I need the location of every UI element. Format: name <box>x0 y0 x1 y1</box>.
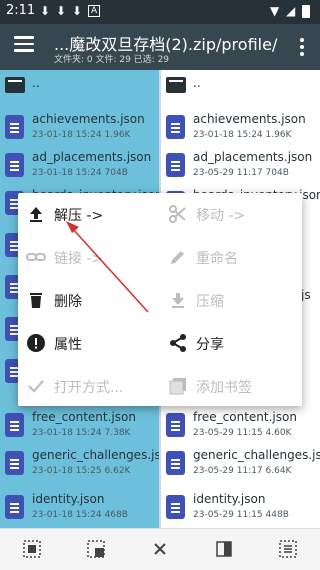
file-row[interactable]: identity.json 23-01-18 15:24 468B <box>0 488 159 528</box>
file-icon <box>5 115 24 139</box>
pencil-icon <box>171 251 184 264</box>
file-meta: 23-01-18 15:24 7.38K <box>32 428 131 438</box>
share-label: 分享 <box>196 337 224 353</box>
file-meta: 23-01-18 15:24 1.96K <box>32 130 131 140</box>
battery-icon <box>302 5 310 18</box>
file-row[interactable]: achievements.json 23-01-18 15:24 1.96K <box>161 108 320 150</box>
properties-label: 属性 <box>54 337 82 353</box>
share-icon <box>170 334 186 352</box>
file-meta: 23-01-18 15:24 1.96K <box>193 130 292 140</box>
hamburger-menu-icon[interactable] <box>14 36 34 52</box>
context-menu: 解压 -> 移动 -> 链接 -> 重命名 删除 压缩 属性 分享 打开方式..… <box>18 193 302 406</box>
extract-upload-icon <box>30 207 42 222</box>
status-time: 2:11 <box>6 3 36 18</box>
file-row[interactable]: ad_placements.json 23-01-18 15:24 704B <box>0 146 159 188</box>
folder-icon <box>166 77 186 93</box>
file-name: identity.json <box>193 492 266 506</box>
parent-label: .. <box>32 76 40 90</box>
file-row[interactable]: free_content.json 23-05-29 11:15 4.60K <box>161 406 320 448</box>
move-menu-item: 移动 -> <box>160 193 302 235</box>
bookmark-add-icon <box>169 378 186 395</box>
file-icon <box>5 153 24 177</box>
compress-menu-item: 压缩 <box>160 279 302 321</box>
notification-a-icon: A <box>88 5 101 17</box>
compress-label: 压缩 <box>196 294 224 310</box>
file-row[interactable]: free_content.json 23-01-18 15:24 7.38K <box>0 406 159 448</box>
folder-icon <box>5 77 25 93</box>
file-icon <box>166 413 185 437</box>
file-row[interactable]: ad_placements.json 23-05-29 11:17 704B <box>161 146 320 188</box>
file-icon <box>166 153 185 177</box>
rename-label: 重命名 <box>196 251 238 267</box>
file-name: generic_challenges.json <box>32 448 159 462</box>
download-icon: ⬇ <box>40 4 51 18</box>
parent-folder-row[interactable]: .. <box>161 70 320 112</box>
link-label: 链接 -> <box>54 251 104 267</box>
app-bar: ...魔改双旦存档(2).zip/profile/ 文件夹: 0 文件: 29 … <box>0 24 320 70</box>
download-icon: ⬇ <box>72 4 83 18</box>
file-meta: 23-05-29 11:17 704B <box>193 168 289 178</box>
file-row[interactable]: generic_challenges.json 23-01-18 15:25 6… <box>0 444 159 486</box>
properties-menu-item[interactable]: 属性 <box>18 322 160 364</box>
more-options-icon[interactable] <box>300 38 304 59</box>
delete-label: 删除 <box>54 294 82 310</box>
file-name: achievements.json <box>193 112 306 126</box>
close-icon[interactable] <box>150 539 170 559</box>
link-icon <box>26 253 46 261</box>
download-icon: ⬇ <box>56 4 67 18</box>
move-label: 移动 -> <box>196 208 246 224</box>
parent-folder-row[interactable]: .. <box>0 70 159 112</box>
extract-menu-item[interactable]: 解压 -> <box>18 193 160 235</box>
checkmark-icon <box>28 380 44 393</box>
file-icon <box>5 413 24 437</box>
file-name: ad_placements.json <box>193 150 313 164</box>
status-bar: 2:11 ⬇ ⬇ ⬇ A ▼ ◢ <box>0 0 320 24</box>
file-icon <box>166 495 185 519</box>
parent-label: .. <box>193 76 201 90</box>
file-icon <box>5 451 24 475</box>
file-meta: 23-05-29 11:15 4.60K <box>193 428 292 438</box>
file-name: free_content.json <box>193 410 297 424</box>
file-row[interactable]: identity.json 23-05-29 11:15 448B <box>161 488 320 528</box>
wifi-icon: ▼ <box>270 4 280 18</box>
info-icon <box>27 334 45 352</box>
file-meta: 23-01-18 15:25 6.62K <box>32 466 131 476</box>
signal-icon: ◢ <box>286 4 296 18</box>
select-range-icon[interactable] <box>86 539 106 559</box>
file-meta: 23-01-18 15:24 468B <box>32 510 128 520</box>
share-menu-item[interactable]: 分享 <box>160 322 302 364</box>
file-row[interactable]: achievements.json 23-01-18 15:24 1.96K <box>0 108 159 150</box>
invert-selection-icon[interactable] <box>214 539 234 559</box>
file-icon <box>166 451 185 475</box>
file-name: free_content.json <box>32 410 136 424</box>
file-icon <box>5 495 24 519</box>
rename-menu-item: 重命名 <box>160 236 302 278</box>
file-name: achievements.json <box>32 112 145 126</box>
download-compress-icon <box>172 293 184 308</box>
link-menu-item: 链接 -> <box>18 236 160 278</box>
select-list-icon[interactable] <box>278 539 298 559</box>
open-with-label: 打开方式... <box>54 380 124 396</box>
open-with-menu-item: 打开方式... <box>18 365 160 407</box>
delete-menu-item[interactable]: 删除 <box>18 279 160 321</box>
selection-info: 文件夹: 0 文件: 29 已选: 29 <box>54 55 170 65</box>
bottom-toolbar <box>0 528 320 570</box>
extract-label: 解压 -> <box>54 208 104 224</box>
file-meta: 23-01-18 15:24 704B <box>32 168 128 178</box>
file-meta: 23-05-29 11:15 448B <box>193 510 289 520</box>
file-name: generic_challenges.json <box>193 448 320 462</box>
file-meta: 23-05-29 11:17 6.64K <box>193 466 292 476</box>
file-icon <box>166 115 185 139</box>
file-row[interactable]: generic_challenges.json 23-05-29 11:17 6… <box>161 444 320 486</box>
select-all-icon[interactable] <box>22 539 42 559</box>
file-name: js <box>301 288 311 302</box>
file-name: ad_placements.json <box>32 150 152 164</box>
trash-icon <box>30 293 42 308</box>
scissors-icon <box>169 205 186 223</box>
add-bookmark-label: 添加书签 <box>196 380 252 396</box>
file-name: identity.json <box>32 492 105 506</box>
add-bookmark-menu-item: 添加书签 <box>160 365 302 407</box>
